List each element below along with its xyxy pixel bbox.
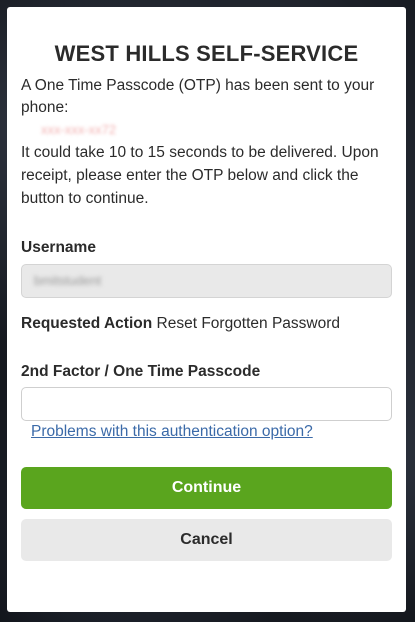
page-title: WEST HILLS SELF-SERVICE (54, 41, 359, 66)
requested-action-row: Requested Action Reset Forgotten Passwor… (21, 315, 392, 333)
problems-link[interactable]: Problems with this authentication option… (31, 423, 313, 441)
requested-action-label: Requested Action (21, 315, 153, 332)
otp-sent-message: A One Time Passcode (OTP) has been sent … (21, 77, 375, 116)
delivery-instructions: It could take 10 to 15 seconds to be del… (21, 144, 379, 207)
username-label: Username (21, 239, 96, 256)
masked-phone-number: xxx-xxx-xx72 (41, 122, 117, 137)
requested-action-value: Reset Forgotten Password (156, 315, 341, 332)
otp-label: 2nd Factor / One Time Passcode (21, 363, 261, 380)
continue-button[interactable]: Continue (21, 467, 392, 509)
otp-input[interactable] (21, 387, 392, 421)
otp-dialog: WEST HILLS SELF-SERVICE A One Time Passc… (7, 7, 406, 612)
cancel-button[interactable]: Cancel (21, 519, 392, 561)
username-field: bmitstudent (21, 264, 392, 298)
username-value: bmitstudent (34, 273, 102, 288)
